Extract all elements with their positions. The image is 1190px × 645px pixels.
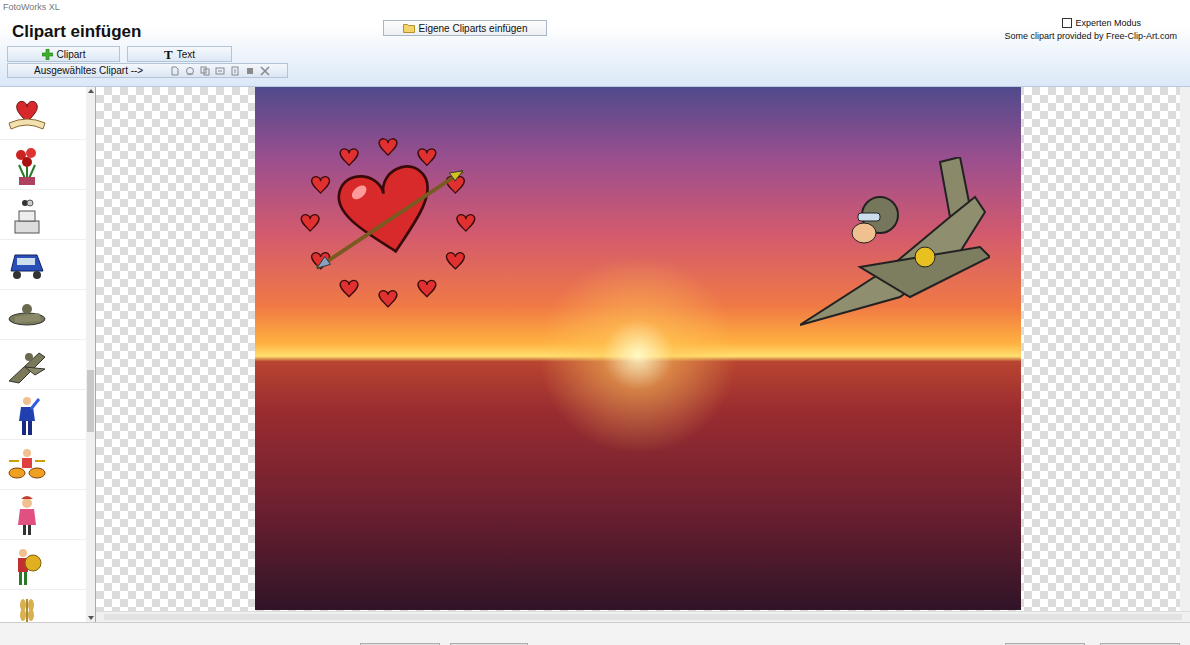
canvas[interactable] (96, 87, 1180, 611)
page-icon[interactable] (170, 66, 180, 76)
tuba-icon (5, 543, 49, 587)
delete-icon[interactable] (260, 66, 270, 76)
background-photo (255, 87, 1021, 610)
app-window: FotoWorks XL Clipart einfügen Clipart T T… (0, 0, 1190, 645)
drummer-icon (5, 443, 49, 487)
clipart-thumbnail[interactable] (0, 540, 86, 590)
clipart-thumbnail[interactable] (0, 390, 86, 440)
checkbox-box[interactable] (1062, 18, 1072, 28)
plus-icon (42, 49, 53, 60)
layer-icon[interactable] (245, 66, 255, 76)
clipart-thumbnail[interactable] (0, 490, 86, 540)
roses-icon (5, 143, 49, 187)
bottom-button[interactable] (1005, 643, 1085, 645)
rotate-icon[interactable] (185, 66, 195, 76)
copy-icon[interactable] (200, 66, 210, 76)
clipart-thumbnail[interactable] (0, 290, 86, 340)
folder-icon (403, 23, 415, 33)
clipart-thumbnail[interactable] (0, 140, 86, 190)
plane-clipart-icon[interactable] (800, 157, 990, 327)
jet-icon (5, 343, 49, 387)
wheat-icon (5, 593, 49, 623)
scroll-thumb[interactable] (87, 370, 94, 432)
page-title: Clipart einfügen (12, 22, 297, 42)
own-cliparts-button[interactable]: Eigene Cliparts einfügen (383, 20, 547, 36)
library-scrollbar[interactable] (86, 87, 95, 622)
sun-glow (538, 255, 738, 455)
clipart-thumbnail[interactable] (0, 340, 86, 390)
scroll-thumb[interactable] (104, 614, 1182, 620)
clipart-thumbnail[interactable] (0, 90, 86, 140)
toolbar: Clipart T Text (7, 46, 297, 62)
scroll-up-icon[interactable] (87, 87, 95, 95)
front-icon[interactable] (215, 66, 225, 76)
singer-icon (5, 393, 49, 437)
scroll-down-icon[interactable] (87, 614, 95, 622)
girl-icon (5, 493, 49, 537)
clipart-library (0, 87, 96, 622)
bottom-bar (0, 622, 1190, 645)
header: FotoWorks XL Clipart einfügen Clipart T T… (0, 0, 1190, 87)
text-icon: T (164, 48, 173, 61)
car-icon (5, 243, 49, 287)
window-title: FotoWorks XL (3, 0, 297, 13)
clipart-thumbnail[interactable] (0, 440, 86, 490)
back-icon[interactable] (230, 66, 240, 76)
cake-icon (5, 193, 49, 237)
bottom-button[interactable] (1100, 643, 1180, 645)
canvas-vertical-scrollbar[interactable] (1180, 87, 1190, 611)
clipart-thumbnail[interactable] (0, 590, 86, 622)
selected-clipart-bar: Ausgewähltes Clipart --> (7, 63, 288, 78)
heart-clipart-icon[interactable] (295, 132, 480, 312)
toolbar-button[interactable]: T Text (127, 46, 232, 62)
bottom-button[interactable] (360, 643, 440, 645)
clipart-thumbnail[interactable] (0, 190, 86, 240)
expert-mode-checkbox[interactable]: Experten Modus (1062, 18, 1141, 28)
plane-icon (5, 293, 49, 337)
credit-text: Some clipart provided by Free-Clip-Art.c… (1004, 31, 1177, 41)
selected-clipart-label: Ausgewähltes Clipart --> (34, 65, 143, 76)
canvas-horizontal-scrollbar[interactable] (96, 611, 1190, 622)
bottom-button[interactable] (450, 643, 528, 645)
heart-icon (5, 93, 49, 137)
clipart-thumbnail[interactable] (0, 240, 86, 290)
toolbar-button[interactable]: Clipart (7, 46, 120, 62)
